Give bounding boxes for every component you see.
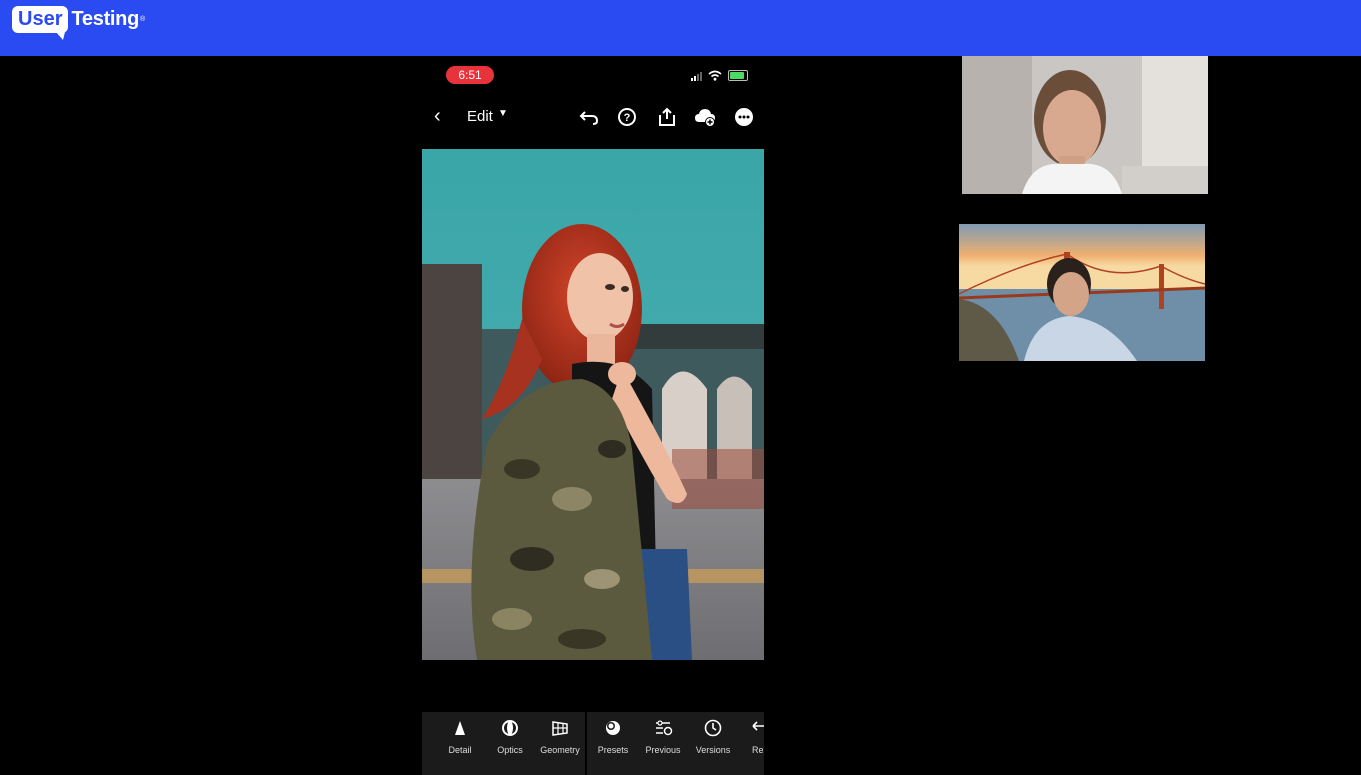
optics-icon — [502, 720, 518, 736]
tool-label: Re — [752, 745, 764, 755]
previous-icon — [656, 720, 673, 736]
logo-word-text: Testing — [71, 8, 140, 30]
battery-icon — [728, 70, 748, 81]
tool-detail[interactable]: Detail — [435, 718, 485, 755]
tool-geometry[interactable]: Geometry — [535, 718, 585, 755]
detail-icon — [455, 721, 465, 735]
tool-optics[interactable]: Optics — [485, 718, 535, 755]
more-options-icon[interactable] — [733, 106, 755, 128]
edit-toolbar: Detail Optics Geometry Presets Previous … — [422, 712, 764, 775]
tool-versions[interactable]: Versions — [688, 718, 738, 755]
wifi-icon — [708, 70, 722, 81]
trademark-mark: ® — [140, 16, 146, 23]
top-bar: User Testing ® — [0, 0, 1361, 56]
participant-video-image — [959, 224, 1205, 361]
participant-video-2 — [959, 224, 1205, 361]
participant-video-image — [962, 56, 1208, 194]
svg-text:?: ? — [624, 112, 631, 124]
tool-label: Optics — [497, 745, 523, 755]
signal-icon — [691, 71, 702, 81]
usertesting-logo: User Testing ® — [12, 6, 146, 40]
back-chevron-icon[interactable]: ‹ — [434, 105, 441, 128]
logo-box-text: User — [12, 6, 69, 40]
tool-reset-partial[interactable]: Re — [738, 718, 764, 755]
reset-icon — [752, 721, 764, 731]
toolbar-divider — [585, 712, 587, 775]
tool-label: Detail — [448, 745, 472, 755]
presets-icon — [606, 721, 620, 735]
edit-menu-label[interactable]: Edit — [467, 108, 493, 125]
cloud-sync-icon[interactable] — [694, 106, 716, 128]
geometry-icon — [552, 721, 568, 736]
edited-photo[interactable] — [422, 149, 764, 660]
tool-label: Previous — [645, 745, 681, 755]
versions-icon — [704, 719, 722, 737]
tool-presets[interactable]: Presets — [588, 718, 638, 755]
help-icon[interactable]: ? — [616, 106, 638, 128]
participant-video-1 — [962, 56, 1208, 194]
edit-dropdown-caret-icon[interactable]: ▼ — [498, 108, 508, 119]
tool-label: Geometry — [540, 745, 580, 755]
tool-label: Presets — [597, 745, 629, 755]
undo-icon[interactable] — [578, 106, 600, 128]
tool-previous[interactable]: Previous — [638, 718, 688, 755]
edit-nav-bar: ‹ Edit ▼ ? — [422, 102, 764, 132]
status-time: 6:51 — [446, 66, 494, 84]
phone-screen: 6:51 ‹ Edit ▼ ? Detail Optics Geometry P… — [422, 56, 764, 775]
share-icon[interactable] — [656, 106, 678, 128]
tool-label: Versions — [695, 745, 731, 755]
status-icons — [691, 70, 748, 81]
photo-image — [422, 149, 764, 660]
